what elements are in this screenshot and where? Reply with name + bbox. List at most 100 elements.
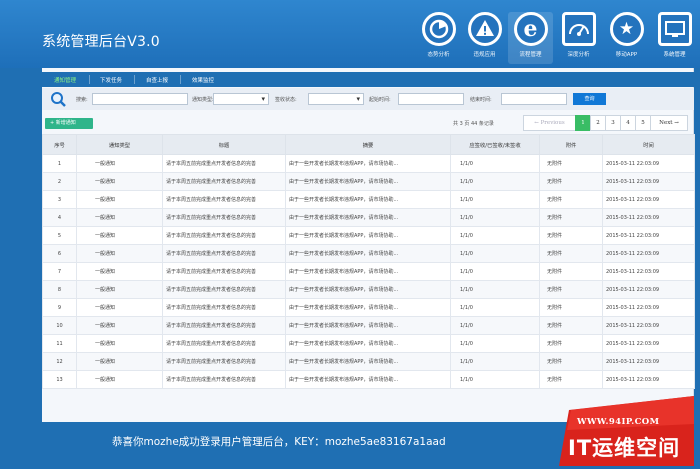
table-header-row: 序号 通知类型 标题 摘要 应签收/已签收/未签收 附件 时间: [42, 134, 695, 155]
page-previous-button[interactable]: ← Previous: [523, 115, 576, 131]
table-row[interactable]: 12 一般通知 请于本周五前完成重点开发者信息的完善 由于一些开发者长期发布违规APP…: [42, 352, 695, 371]
cell-sign-status: 1/1/0: [450, 316, 540, 335]
cell-sign-status: 1/1/0: [450, 352, 540, 371]
cell-type: 一般通知: [76, 298, 163, 317]
cell-sign-status: 1/1/0: [450, 190, 540, 209]
cell-summary: 由于一些开发者长期发布违规APP，请市场协助...: [285, 190, 451, 209]
cell-title[interactable]: 请于本周五前完成重点开发者信息的完善: [162, 370, 286, 389]
cell-attachment: 无附件: [539, 262, 603, 281]
cell-sign-status: 1/1/0: [450, 244, 540, 263]
cell-title[interactable]: 请于本周五前完成重点开发者信息的完善: [162, 208, 286, 227]
tab-issue-task[interactable]: 下发任务: [100, 76, 122, 84]
cell-attachment: 无附件: [539, 208, 603, 227]
page-button-1[interactable]: 1: [575, 115, 591, 131]
welcome-message: 恭喜你mozhe成功登录用户管理后台，KEY：mozhe5ae83167a1aa…: [112, 436, 446, 448]
cell-sign-status: 1/1/0: [450, 154, 540, 173]
cell-attachment: 无附件: [539, 190, 603, 209]
search-icon[interactable]: [50, 91, 66, 107]
cell-attachment: 无附件: [539, 316, 603, 335]
cell-summary: 由于一些开发者长期发布违规APP，请市场协助...: [285, 370, 451, 389]
sign-status-select[interactable]: [308, 93, 364, 105]
column-header-summary: 摘要: [285, 134, 451, 155]
table-row[interactable]: 8 一般通知 请于本周五前完成重点开发者信息的完善 由于一些开发者长期发布违规APP，…: [42, 280, 695, 299]
cell-time: 2015-03-11 22:03:09: [602, 226, 695, 245]
cell-attachment: 无附件: [539, 298, 603, 317]
page-next-button[interactable]: Next →: [650, 115, 688, 131]
tab-divider: [134, 75, 135, 84]
cell-title[interactable]: 请于本周五前完成重点开发者信息的完善: [162, 298, 286, 317]
tab-effect-monitor[interactable]: 效果监控: [192, 76, 214, 84]
table-row[interactable]: 1 一般通知 请于本周五前完成重点开发者信息的完善 由于一些开发者长期发布违规APP，…: [42, 154, 695, 173]
tab-self-report[interactable]: 自查上报: [146, 76, 168, 84]
nav-button-situation-analysis[interactable]: 态势分析: [416, 12, 461, 64]
table-row[interactable]: 9 一般通知 请于本周五前完成重点开发者信息的完善 由于一些开发者长期发布违规APP，…: [42, 298, 695, 317]
table-row[interactable]: 4 一般通知 请于本周五前完成重点开发者信息的完善 由于一些开发者长期发布违规APP，…: [42, 208, 695, 227]
page-button-2[interactable]: 2: [590, 115, 606, 131]
cell-title[interactable]: 请于本周五前完成重点开发者信息的完善: [162, 262, 286, 281]
page-button-5[interactable]: 5: [635, 115, 651, 131]
search-input[interactable]: [92, 93, 188, 105]
main-panel: 通知管理 下发任务 自查上报 效果监控 搜索: 通知类型: 签收状态: 起始时间…: [42, 68, 695, 422]
cell-title[interactable]: 请于本周五前完成重点开发者信息的完善: [162, 172, 286, 191]
pie-chart-icon: [421, 12, 456, 46]
nav-label: 违规应用: [473, 52, 496, 58]
pager-info: 共 3 页 44 条记录: [453, 121, 494, 127]
cell-title[interactable]: 请于本周五前完成重点开发者信息的完善: [162, 226, 286, 245]
cell-attachment: 无附件: [539, 172, 603, 191]
cell-time: 2015-03-11 22:03:09: [602, 154, 695, 173]
watermark-name: IT运维空间: [568, 436, 681, 460]
star-badge-icon: ★: [609, 12, 644, 46]
nav-button-violation-apps[interactable]: 违规应用: [462, 12, 507, 64]
table-row[interactable]: 5 一般通知 请于本周五前完成重点开发者信息的完善 由于一些开发者长期发布违规APP，…: [42, 226, 695, 245]
cell-summary: 由于一些开发者长期发布违规APP，请市场协助...: [285, 154, 451, 173]
start-time-input[interactable]: [398, 93, 464, 105]
cell-title[interactable]: 请于本周五前完成重点开发者信息的完善: [162, 334, 286, 353]
query-button[interactable]: 查询: [573, 93, 606, 105]
cell-summary: 由于一些开发者长期发布违规APP，请市场协助...: [285, 334, 451, 353]
cell-sign-status: 1/1/0: [450, 172, 540, 191]
cell-index: 9: [42, 298, 77, 317]
sign-status-label: 签收状态:: [275, 97, 297, 103]
search-label: 搜索:: [76, 97, 88, 103]
add-notice-button[interactable]: + 新增通知: [45, 118, 93, 129]
cell-index: 2: [42, 172, 77, 191]
notice-type-select[interactable]: [213, 93, 269, 105]
table-row[interactable]: 6 一般通知 请于本周五前完成重点开发者信息的完善 由于一些开发者长期发布违规APP，…: [42, 244, 695, 263]
page-button-3[interactable]: 3: [605, 115, 621, 131]
cell-title[interactable]: 请于本周五前完成重点开发者信息的完善: [162, 352, 286, 371]
cell-summary: 由于一些开发者长期发布违规APP，请市场协助...: [285, 262, 451, 281]
end-time-input[interactable]: [501, 93, 567, 105]
cell-index: 1: [42, 154, 77, 173]
end-time-label: 结束时间:: [470, 97, 492, 103]
nav-button-system-management[interactable]: 系统管理: [652, 12, 697, 64]
table-row[interactable]: 7 一般通知 请于本周五前完成重点开发者信息的完善 由于一些开发者长期发布违规APP，…: [42, 262, 695, 281]
cell-type: 一般通知: [76, 154, 163, 173]
column-header-time: 时间: [602, 134, 695, 155]
table-row[interactable]: 11 一般通知 请于本周五前完成重点开发者信息的完善 由于一些开发者长期发布违规APP…: [42, 334, 695, 353]
cell-type: 一般通知: [76, 190, 163, 209]
tab-notice-management[interactable]: 通知管理: [54, 76, 76, 84]
cell-index: 10: [42, 316, 77, 335]
cell-title[interactable]: 请于本周五前完成重点开发者信息的完善: [162, 244, 286, 263]
page-button-4[interactable]: 4: [620, 115, 636, 131]
cell-title[interactable]: 请于本周五前完成重点开发者信息的完善: [162, 154, 286, 173]
table-row[interactable]: 10 一般通知 请于本周五前完成重点开发者信息的完善 由于一些开发者长期发布违规APP…: [42, 316, 695, 335]
warning-icon: [467, 12, 502, 46]
cell-time: 2015-03-11 22:03:09: [602, 352, 695, 371]
nav-button-process-management[interactable]: e 流程管理: [508, 12, 553, 64]
cell-index: 5: [42, 226, 77, 245]
table-row[interactable]: 3 一般通知 请于本周五前完成重点开发者信息的完善 由于一些开发者长期发布违规APP，…: [42, 190, 695, 209]
notice-table: 序号 通知类型 标题 摘要 应签收/已签收/未签收 附件 时间 1 一般通知 请于本…: [42, 134, 695, 389]
nav-label: 态势分析: [427, 52, 450, 58]
column-header-sign-status: 应签收/已签收/未签收: [450, 134, 540, 155]
cell-time: 2015-03-11 22:03:09: [602, 280, 695, 299]
nav-button-deep-analysis[interactable]: 深度分析: [556, 12, 601, 64]
cell-title[interactable]: 请于本周五前完成重点开发者信息的完善: [162, 316, 286, 335]
column-header-type: 通知类型: [76, 134, 163, 155]
cell-title[interactable]: 请于本周五前完成重点开发者信息的完善: [162, 280, 286, 299]
cell-type: 一般通知: [76, 244, 163, 263]
nav-button-mobile-app[interactable]: ★ 移动APP: [604, 12, 649, 64]
cell-title[interactable]: 请于本周五前完成重点开发者信息的完善: [162, 190, 286, 209]
table-row[interactable]: 2 一般通知 请于本周五前完成重点开发者信息的完善 由于一些开发者长期发布违规APP，…: [42, 172, 695, 191]
nav-label: 移动APP: [615, 52, 638, 58]
